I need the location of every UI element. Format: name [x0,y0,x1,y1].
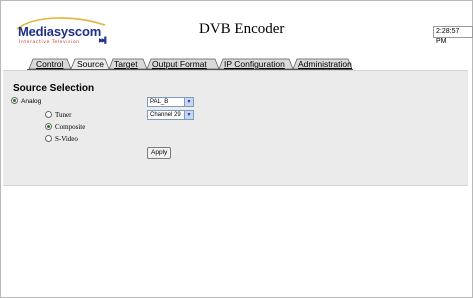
channel-value: Channel 29 [150,112,181,118]
logo-tagline: Interactive Television [19,40,80,45]
mediasyscom-logo: Mediasyscom Interactive Television ▶▶▌ [15,17,109,47]
svideo-label: S-Video [55,135,78,143]
svideo-radio[interactable] [45,134,52,142]
composite-option[interactable]: Composite [45,122,86,131]
analog-label: Analog [21,98,42,106]
composite-radio[interactable] [45,122,52,130]
section-heading: Source Selection [13,83,95,94]
apply-button[interactable]: Apply [147,147,172,159]
chevron-down-icon[interactable]: ▼ [184,111,193,119]
analog-radio[interactable] [11,97,18,104]
tab-ip-configuration[interactable]: IP Configuration [224,59,285,69]
composite-label: Composite [55,123,86,131]
tab-source[interactable]: Source [77,59,104,69]
clock-display: 2:28:57 PM [433,26,473,45]
chevron-down-icon[interactable]: ▼ [184,98,193,106]
tab-bar: Control Source Target Output Format IP C… [27,58,353,70]
tab-output-format[interactable]: Output Format [152,59,207,69]
channel-select[interactable]: Channel 29 ▼ [147,110,194,120]
tab-target[interactable]: Target [114,59,138,69]
source-panel: Source Selection Analog Tuner Composite … [3,70,468,186]
tab-control[interactable]: Control [36,59,63,69]
page-title: DVB Encoder [199,21,285,37]
tuner-option[interactable]: Tuner [45,110,72,119]
svideo-option[interactable]: S-Video [45,134,78,143]
logo-text: Mediasyscom [18,24,102,39]
tuner-label: Tuner [55,111,72,119]
standard-select[interactable]: PAL_B ▼ [147,97,194,107]
tab-administration[interactable]: Administration [298,59,352,69]
play-icon: ▶▶▌ [99,38,109,44]
analog-option[interactable]: Analog [11,97,42,106]
standard-value: PAL_B [150,99,169,105]
tuner-radio[interactable] [45,110,52,118]
